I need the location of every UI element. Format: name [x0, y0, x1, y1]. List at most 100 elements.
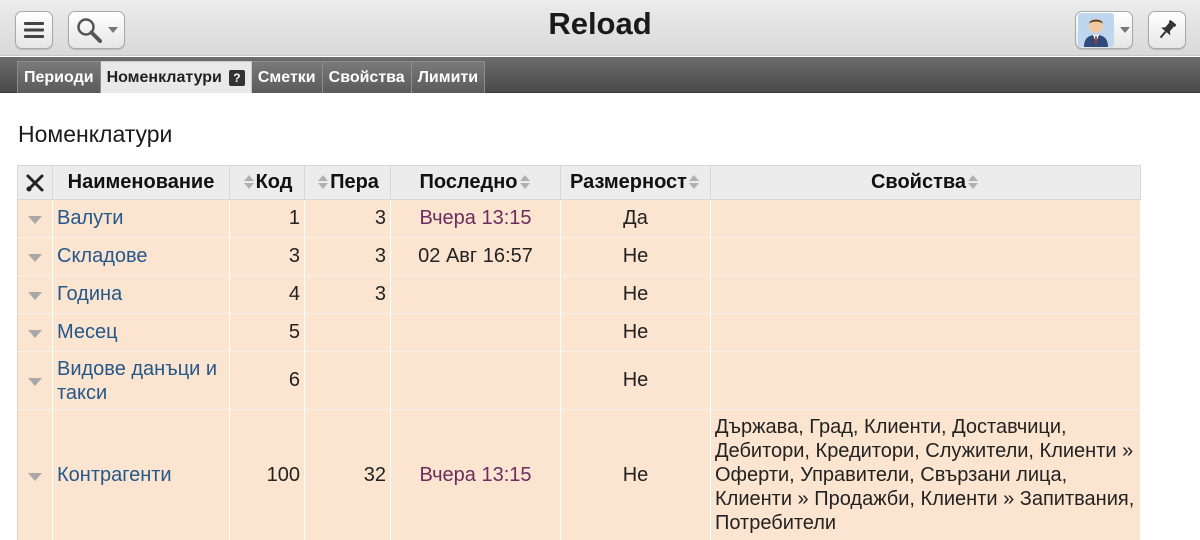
- last-date: Вчера 13:15: [419, 463, 532, 486]
- tab-label: Номенклатури: [106, 68, 222, 86]
- chevron-down-icon[interactable]: [28, 378, 42, 386]
- table-header-row: Наименование Код Пера Последно Размернос…: [17, 165, 1141, 200]
- chevron-down-icon[interactable]: [28, 330, 42, 338]
- last-cell: Вчера 13:15: [390, 199, 561, 238]
- entries-cell: 32: [304, 409, 391, 540]
- table-row: Видове данъци и такси 6 Не: [17, 351, 1141, 410]
- sort-icon[interactable]: [243, 174, 255, 190]
- tab-periods[interactable]: Периоди: [17, 61, 101, 93]
- dimension-cell: Не: [560, 313, 711, 352]
- search-button[interactable]: [68, 11, 125, 49]
- name-cell: Месец: [52, 313, 230, 352]
- entries-cell: [304, 313, 391, 352]
- code-cell: 3: [229, 237, 305, 276]
- tabs: Периоди Номенклатури? Сметки Свойства Ли…: [17, 61, 486, 93]
- column-header-entries[interactable]: Пера: [304, 165, 391, 200]
- properties-cell: [710, 275, 1141, 314]
- code-cell: 100: [229, 409, 305, 540]
- column-header-label: Размерност: [570, 171, 687, 193]
- table-row: Валути 1 3 Вчера 13:15 Да: [17, 199, 1141, 238]
- entries-cell: 3: [304, 237, 391, 276]
- row-menu-cell[interactable]: [17, 199, 53, 238]
- dimension-cell: Не: [560, 409, 711, 540]
- page-title: Номенклатури: [18, 121, 173, 147]
- help-icon[interactable]: ?: [228, 69, 245, 86]
- user-avatar: [1078, 13, 1114, 47]
- name-cell: Валути: [52, 199, 230, 238]
- tab-limits[interactable]: Лимити: [411, 61, 486, 93]
- table-row: Година 4 3 Не: [17, 275, 1141, 314]
- nomenclature-link[interactable]: Година: [57, 283, 122, 305]
- last-date: 02 Авг 16:57: [418, 245, 533, 267]
- column-header-last[interactable]: Последно: [390, 165, 561, 200]
- chevron-down-icon[interactable]: [28, 292, 42, 300]
- row-menu-cell[interactable]: [17, 275, 53, 314]
- sort-icon[interactable]: [967, 174, 979, 190]
- tab-nomenclatures[interactable]: Номенклатури?: [100, 61, 252, 93]
- tab-label: Лимити: [417, 68, 479, 86]
- last-cell: Вчера 13:15: [390, 409, 561, 540]
- tab-bar: Периоди Номенклатури? Сметки Свойства Ли…: [0, 57, 1200, 93]
- column-header-code[interactable]: Код: [229, 165, 305, 200]
- properties-cell: [710, 199, 1141, 238]
- properties-cell: [710, 351, 1141, 410]
- last-cell: 02 Авг 16:57: [390, 237, 561, 276]
- sort-icon[interactable]: [519, 174, 531, 190]
- last-cell: [390, 275, 561, 314]
- column-header-label: Код: [255, 171, 293, 193]
- tab-accounts[interactable]: Сметки: [251, 61, 323, 93]
- tab-properties[interactable]: Свойства: [322, 61, 412, 93]
- dimension-cell: Не: [560, 351, 711, 410]
- sort-icon[interactable]: [317, 174, 329, 190]
- last-cell: [390, 313, 561, 352]
- chevron-down-icon: [1120, 27, 1130, 33]
- tab-label: Свойства: [328, 68, 405, 86]
- column-header-label: Пера: [330, 171, 379, 193]
- name-cell: Видове данъци и такси: [52, 351, 230, 410]
- table-row: Месец 5 Не: [17, 313, 1141, 352]
- dimension-cell: Не: [560, 275, 711, 314]
- chevron-down-icon[interactable]: [28, 216, 42, 224]
- tab-label: Периоди: [24, 68, 94, 86]
- pin-button[interactable]: [1148, 11, 1186, 49]
- dimension-cell: Да: [560, 199, 711, 238]
- row-menu-cell[interactable]: [17, 237, 53, 276]
- name-cell: Година: [52, 275, 230, 314]
- entries-cell: 3: [304, 199, 391, 238]
- entries-cell: 3: [304, 275, 391, 314]
- chevron-down-icon: [108, 27, 118, 33]
- code-cell: 6: [229, 351, 305, 410]
- properties-cell: Държава, Град, Клиенти, Доставчици, Деби…: [710, 409, 1141, 540]
- properties-cell: [710, 313, 1141, 352]
- row-menu-cell[interactable]: [17, 409, 53, 540]
- user-menu-button[interactable]: [1075, 11, 1133, 49]
- nomenclature-link[interactable]: Месец: [57, 321, 118, 343]
- tools-icon: [26, 174, 44, 192]
- row-menu-cell[interactable]: [17, 313, 53, 352]
- nomenclatures-table: Наименование Код Пера Последно Размернос…: [17, 165, 1141, 540]
- name-cell: Складове: [52, 237, 230, 276]
- nomenclature-link[interactable]: Видове данъци и такси: [57, 358, 217, 404]
- magnifier-icon: [77, 18, 102, 43]
- nomenclature-link[interactable]: Валути: [57, 207, 123, 229]
- column-header-dimension[interactable]: Размерност: [560, 165, 711, 200]
- column-header-label: Свойства: [870, 171, 967, 193]
- table-row: Складове 3 3 02 Авг 16:57 Не: [17, 237, 1141, 276]
- app-title: Reload: [548, 6, 652, 41]
- nomenclature-link[interactable]: Контрагенти: [57, 464, 172, 486]
- menu-button[interactable]: [15, 11, 53, 49]
- actions-header[interactable]: [17, 165, 53, 200]
- code-cell: 1: [229, 199, 305, 238]
- sort-icon[interactable]: [688, 174, 700, 190]
- chevron-down-icon[interactable]: [28, 254, 42, 262]
- column-header-name[interactable]: Наименование: [52, 165, 230, 200]
- last-cell: [390, 351, 561, 410]
- chevron-down-icon[interactable]: [28, 472, 42, 481]
- tab-label: Сметки: [257, 68, 316, 86]
- hamburger-menu-icon: [24, 22, 44, 38]
- column-header-properties[interactable]: Свойства: [710, 165, 1141, 200]
- top-toolbar: Reload: [0, 0, 1200, 56]
- nomenclature-link[interactable]: Складове: [57, 245, 148, 267]
- row-menu-cell[interactable]: [17, 351, 53, 410]
- dimension-cell: Не: [560, 237, 711, 276]
